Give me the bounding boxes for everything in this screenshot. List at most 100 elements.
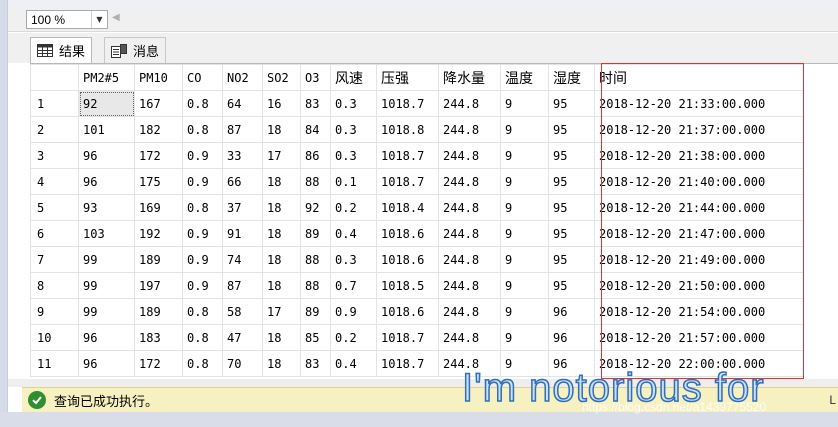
table-cell[interactable]: 0.4 — [330, 220, 377, 247]
table-cell[interactable]: 18 — [262, 116, 301, 143]
table-cell[interactable]: 96 — [78, 142, 135, 169]
table-cell[interactable]: 95 — [548, 90, 595, 117]
table-cell[interactable]: 197 — [134, 272, 183, 299]
table-cell[interactable]: 17 — [262, 142, 301, 169]
table-cell[interactable]: 0.8 — [182, 324, 223, 351]
table-cell[interactable]: 17 — [262, 298, 301, 325]
table-cell[interactable]: 92 — [300, 194, 331, 221]
table-cell[interactable]: 244.8 — [438, 324, 501, 351]
table-cell[interactable]: 99 — [78, 246, 135, 273]
tab-messages[interactable]: 消息 — [104, 37, 167, 63]
table-cell[interactable]: 95 — [548, 168, 595, 195]
row-number[interactable]: 2 — [30, 116, 79, 143]
table-cell[interactable]: 2018-12-20 21:33:00.000 — [594, 90, 804, 117]
table-row[interactable]: 11 96 172 0.8 70 18 83 0.4 1018.7 244.8 9 96 2018-12… — [30, 350, 804, 377]
table-cell[interactable]: 2018-12-20 22:00:00.000 — [594, 350, 804, 377]
column-header[interactable]: SO2 — [262, 64, 301, 91]
table-cell[interactable]: 244.8 — [438, 298, 501, 325]
table-cell[interactable]: 1018.7 — [376, 350, 439, 377]
table-row[interactable]: 10 96 183 0.8 47 18 85 0.2 1018.7 244.8 9 96 2018-12… — [30, 324, 804, 351]
table-cell[interactable]: 16 — [262, 90, 301, 117]
column-header[interactable]: 风速 — [330, 64, 377, 91]
row-number[interactable]: 7 — [30, 246, 79, 273]
column-header[interactable]: 时间 — [594, 64, 804, 91]
table-cell[interactable]: 0.8 — [182, 116, 223, 143]
table-cell[interactable]: 101 — [78, 116, 135, 143]
table-cell[interactable]: 9 — [500, 298, 549, 325]
table-cell[interactable]: 89 — [300, 298, 331, 325]
table-cell[interactable]: 9 — [500, 168, 549, 195]
table-cell[interactable]: 244.8 — [438, 220, 501, 247]
table-cell[interactable]: 172 — [134, 350, 183, 377]
table-cell[interactable]: 2018-12-20 21:38:00.000 — [594, 142, 804, 169]
table-cell[interactable]: 95 — [548, 142, 595, 169]
table-cell[interactable]: 96 — [548, 350, 595, 377]
table-cell[interactable]: 18 — [262, 324, 301, 351]
table-cell[interactable]: 89 — [300, 220, 331, 247]
table-cell[interactable]: 18 — [262, 194, 301, 221]
table-cell[interactable]: 175 — [134, 168, 183, 195]
table-cell[interactable]: 18 — [262, 246, 301, 273]
table-cell[interactable]: 2018-12-20 21:47:00.000 — [594, 220, 804, 247]
table-cell[interactable]: 183 — [134, 324, 183, 351]
zoom-select[interactable]: 100 % ▼ — [26, 10, 108, 29]
row-number[interactable]: 10 — [30, 324, 79, 351]
table-cell[interactable]: 0.3 — [330, 116, 377, 143]
table-cell[interactable]: 2018-12-20 21:44:00.000 — [594, 194, 804, 221]
table-cell[interactable]: 189 — [134, 298, 183, 325]
table-cell[interactable]: 91 — [222, 220, 263, 247]
column-header[interactable]: CO — [182, 64, 223, 91]
table-cell[interactable]: 0.9 — [182, 168, 223, 195]
row-number[interactable]: 8 — [30, 272, 79, 299]
table-cell[interactable]: 2018-12-20 21:57:00.000 — [594, 324, 804, 351]
table-cell[interactable]: 96 — [78, 168, 135, 195]
table-cell[interactable]: 99 — [78, 298, 135, 325]
chevron-down-icon[interactable]: ▼ — [91, 11, 107, 28]
table-cell[interactable]: 1018.7 — [376, 168, 439, 195]
table-cell[interactable]: 0.9 — [182, 272, 223, 299]
table-cell[interactable]: 88 — [300, 246, 331, 273]
table-cell[interactable]: 47 — [222, 324, 263, 351]
table-cell[interactable]: 0.9 — [182, 142, 223, 169]
table-cell[interactable]: 96 — [78, 350, 135, 377]
table-cell[interactable]: 64 — [222, 90, 263, 117]
table-cell[interactable]: 0.7 — [330, 272, 377, 299]
table-cell[interactable]: 9 — [500, 194, 549, 221]
table-cell[interactable]: 95 — [548, 246, 595, 273]
column-header[interactable]: PM10 — [134, 64, 183, 91]
table-cell[interactable]: 95 — [548, 116, 595, 143]
table-cell[interactable]: 93 — [78, 194, 135, 221]
table-cell[interactable]: 99 — [78, 272, 135, 299]
table-cell[interactable]: 244.8 — [438, 168, 501, 195]
table-cell[interactable]: 244.8 — [438, 246, 501, 273]
table-cell[interactable]: 0.9 — [182, 220, 223, 247]
table-cell[interactable]: 244.8 — [438, 194, 501, 221]
table-cell[interactable]: 0.8 — [182, 298, 223, 325]
table-cell[interactable]: 1018.7 — [376, 142, 439, 169]
table-cell[interactable]: 1018.5 — [376, 272, 439, 299]
table-cell[interactable]: 9 — [500, 90, 549, 117]
column-header[interactable]: 压强 — [376, 64, 439, 91]
table-cell[interactable]: 244.8 — [438, 350, 501, 377]
table-cell[interactable]: 0.8 — [182, 194, 223, 221]
table-cell[interactable]: 96 — [548, 298, 595, 325]
table-row[interactable]: 8 99 197 0.9 87 18 88 0.7 1018.5 244.8 9 95 2018-12-… — [30, 272, 804, 299]
table-cell[interactable]: 84 — [300, 116, 331, 143]
table-row[interactable]: 3 96 172 0.9 33 17 86 0.3 1018.7 244.8 9 95 2018-12-… — [30, 142, 804, 169]
table-cell[interactable]: 88 — [300, 272, 331, 299]
row-number[interactable]: 11 — [30, 350, 79, 377]
table-cell[interactable]: 2018-12-20 21:49:00.000 — [594, 246, 804, 273]
table-cell[interactable]: 0.3 — [330, 246, 377, 273]
table-cell[interactable]: 18 — [262, 168, 301, 195]
table-cell[interactable]: 244.8 — [438, 116, 501, 143]
table-cell[interactable]: 0.4 — [330, 350, 377, 377]
table-cell[interactable]: 1018.6 — [376, 220, 439, 247]
table-cell[interactable]: 1018.8 — [376, 116, 439, 143]
table-cell[interactable]: 167 — [134, 90, 183, 117]
table-cell[interactable]: 66 — [222, 168, 263, 195]
table-cell[interactable]: 0.3 — [330, 90, 377, 117]
table-cell[interactable]: 18 — [262, 350, 301, 377]
table-cell[interactable]: 1018.7 — [376, 90, 439, 117]
table-cell[interactable]: 169 — [134, 194, 183, 221]
table-row[interactable]: 4 96 175 0.9 66 18 88 0.1 1018.7 244.8 9 95 2018-12-… — [30, 168, 804, 195]
